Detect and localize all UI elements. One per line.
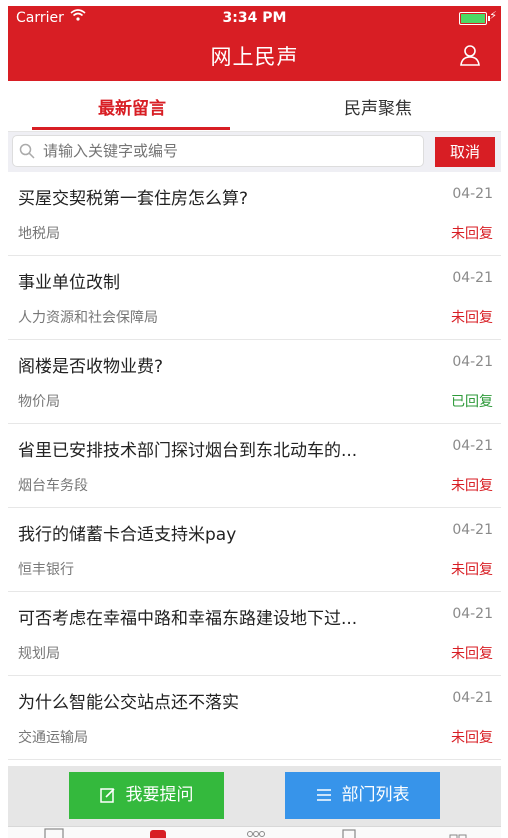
- message-date: 04-21: [452, 354, 493, 370]
- message-question: 为什么智能公交站点还不落实: [18, 693, 239, 713]
- message-department: 恒丰银行: [18, 562, 74, 578]
- search-input[interactable]: [43, 140, 413, 162]
- message-question: 我行的储蓄卡合适支持米pay: [18, 525, 237, 545]
- tab-public-focus[interactable]: 民声聚焦: [278, 94, 478, 119]
- page-title: 网上民声: [210, 45, 299, 69]
- list-item[interactable]: 阁楼是否收物业费? 04-21 物价局 已回复: [8, 340, 501, 424]
- active-tab-indicator: [32, 127, 230, 130]
- message-department: 规划局: [18, 646, 60, 662]
- ask-question-button[interactable]: 我要提问: [69, 772, 224, 819]
- search-field: [12, 135, 424, 167]
- news-tab-icon[interactable]: [338, 827, 358, 838]
- cancel-button[interactable]: 取消: [435, 137, 495, 167]
- message-date: 04-21: [452, 270, 493, 286]
- message-list: 买屋交契税第一套住房怎么算? 04-21 地税局 未回复 事业单位改制 04-2…: [8, 172, 501, 760]
- app-screen: Carrier 3:34 PM ⚡ 网上民声 最新留言 民声聚焦 取消 买屋交契…: [8, 6, 501, 838]
- message-question: 阁楼是否收物业费?: [18, 357, 164, 377]
- message-question: 事业单位改制: [18, 273, 120, 293]
- reply-status-badge: 未回复: [451, 730, 493, 746]
- list-item[interactable]: 省里已安排技术部门探讨烟台到东北动车的... 04-21 烟台车务段 未回复: [8, 424, 501, 508]
- message-department: 人力资源和社会保障局: [18, 310, 158, 326]
- department-list-button[interactable]: 部门列表: [285, 772, 440, 819]
- message-question: 买屋交契税第一套住房怎么算?: [18, 189, 249, 209]
- user-profile-icon[interactable]: [459, 44, 481, 66]
- list-item[interactable]: 买屋交契税第一套住房怎么算? 04-21 地税局 未回复: [8, 172, 501, 256]
- search-bar: 取消: [8, 132, 501, 172]
- reply-status-badge: 未回复: [451, 226, 493, 242]
- message-date: 04-21: [452, 690, 493, 706]
- message-date: 04-21: [452, 522, 493, 538]
- reply-status-badge: 未回复: [451, 310, 493, 326]
- reply-status-badge: 未回复: [451, 646, 493, 662]
- message-department: 地税局: [18, 226, 60, 242]
- edit-icon: [99, 788, 115, 803]
- message-date: 04-21: [452, 606, 493, 622]
- department-list-label: 部门列表: [341, 785, 410, 805]
- message-question: 可否考虑在幸福中路和幸福东路建设地下过...: [18, 609, 358, 629]
- charging-icon: ⚡: [489, 9, 497, 22]
- tab-latest-messages[interactable]: 最新留言: [32, 94, 232, 119]
- message-date: 04-21: [452, 438, 493, 454]
- list-item[interactable]: 事业单位改制 04-21 人力资源和社会保障局 未回复: [8, 256, 501, 340]
- message-department: 交通运输局: [18, 730, 88, 746]
- action-bar: 我要提问 部门列表: [8, 766, 501, 826]
- home-tab-icon[interactable]: [44, 827, 64, 838]
- message-question: 省里已安排技术部门探讨烟台到东北动车的...: [18, 441, 358, 461]
- service-tab-icon[interactable]: [246, 827, 266, 838]
- more-tab-icon[interactable]: [448, 827, 468, 838]
- list-item[interactable]: 可否考虑在幸福中路和幸福东路建设地下过... 04-21 规划局 未回复: [8, 592, 501, 676]
- clock-time: 3:34 PM: [222, 10, 287, 26]
- message-department: 烟台车务段: [18, 478, 88, 494]
- segment-tabs: 最新留言 民声聚焦: [8, 81, 501, 132]
- list-item[interactable]: 我行的储蓄卡合适支持米pay 04-21 恒丰银行 未回复: [8, 508, 501, 592]
- search-icon: [19, 143, 35, 159]
- reply-status-badge: 已回复: [451, 394, 493, 410]
- reply-status-badge: 未回复: [451, 562, 493, 578]
- message-date: 04-21: [452, 186, 493, 202]
- bottom-tab-bar: [8, 826, 501, 838]
- message-department: 物价局: [18, 394, 60, 410]
- battery-icon: [459, 12, 490, 25]
- navigation-bar: Carrier 3:34 PM ⚡ 网上民声: [8, 6, 501, 81]
- status-bar: Carrier 3:34 PM ⚡: [8, 6, 501, 30]
- reply-status-badge: 未回复: [451, 478, 493, 494]
- list-item[interactable]: 为什么智能公交站点还不落实 04-21 交通运输局 未回复: [8, 676, 501, 760]
- ask-question-label: 我要提问: [125, 785, 194, 805]
- list-icon: [316, 789, 331, 801]
- messages-tab-icon[interactable]: [148, 827, 168, 838]
